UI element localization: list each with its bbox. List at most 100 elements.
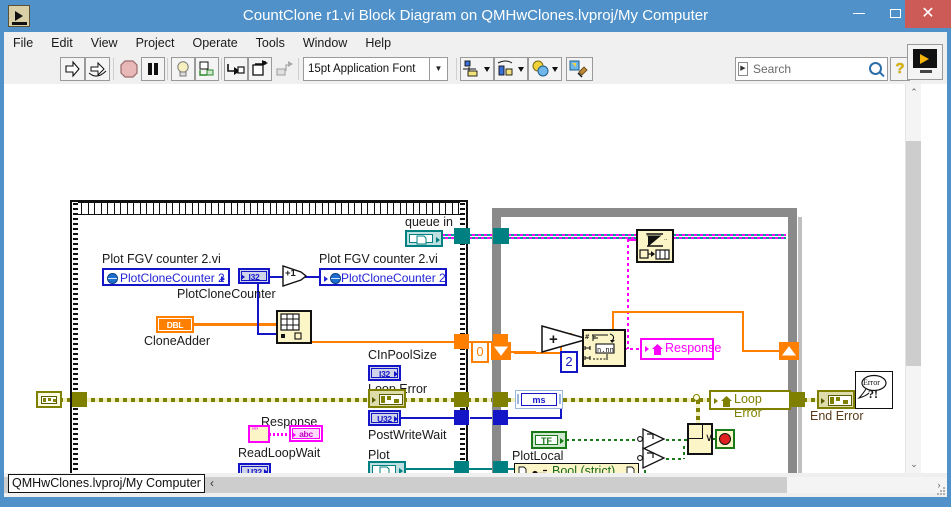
context-collapse-icon[interactable]: ‹ [210,476,214,490]
resize-grip[interactable] [937,487,945,495]
reorder-icon[interactable] [528,57,562,81]
minimize-button[interactable] [840,0,877,28]
response-node-arrow-icon [645,346,649,352]
plot-label: Plot [368,448,390,462]
menu-item-window[interactable]: Window [294,32,356,54]
menu-item-file[interactable]: File [4,32,42,54]
constant-two[interactable]: 2 [560,351,578,373]
tunnel-error-seq-left[interactable] [72,392,87,407]
vertical-scrollbar[interactable]: ⌃ ⌄ [905,84,922,473]
constant-zero[interactable]: 0 [471,341,489,363]
terminal-plot-local-tf[interactable]: TF [531,431,567,449]
menu-item-project[interactable]: Project [127,32,184,54]
not-function-2[interactable] [637,446,667,470]
svg-text:..: .. [664,236,668,242]
bool-strict-label: Bool (strict) [552,464,616,473]
error-wire-branch-dot [693,394,700,401]
dequeue-element-function[interactable]: .. [636,229,674,263]
terminal-loop-error-cluster[interactable] [368,389,406,408]
svg-text:n.nn: n.nn [597,346,614,354]
loop-error-local-node[interactable]: Loop Error [709,390,791,420]
show-front-panel-icon[interactable] [907,44,943,80]
subvi-plot-clone-counter-right[interactable]: PlotCloneCounter 2 [319,268,447,286]
array-index-function[interactable] [276,310,312,344]
tunnel-queue-loop[interactable] [493,228,509,244]
title-bar: CountClone r1.vi Block Diagram on QMHwCl… [0,0,951,32]
tunnel-orange-seq[interactable] [454,334,469,349]
shift-register-right[interactable] [779,342,799,360]
font-selector[interactable]: 15pt Application Font ▼ [303,57,448,81]
run-continuously-icon[interactable] [85,57,110,81]
tunnel-u32-loop[interactable] [493,410,508,425]
step-into-icon[interactable] [224,57,248,81]
terminal-i32-a[interactable]: I32 [238,268,270,284]
stop-button-terminal[interactable] [715,429,735,449]
terminal-end-error[interactable] [817,390,855,409]
align-objects-icon[interactable] [460,57,494,81]
context-path-label: QMHwClones.lvproj/My Computer [8,474,205,493]
terminal-plot-queue[interactable] [368,461,406,473]
terminal-cin-pool-size-i32[interactable]: I32 [368,365,401,381]
retain-wire-values-icon[interactable] [195,57,219,81]
subvi-input-arrow-icon [324,276,328,282]
terminal-i32-b-arrow-icon [394,371,398,377]
close-button[interactable]: ✕ [905,0,951,28]
menu-item-operate[interactable]: Operate [183,32,246,54]
svg-text:F: F [592,335,596,343]
subvi-plot-clone-counter-left[interactable]: PlotCloneCounter 2 [102,268,230,286]
pause-icon[interactable] [141,57,165,81]
menu-item-edit[interactable]: Edit [42,32,82,54]
string-constant[interactable]: ”” [248,425,270,443]
increment-label: +1 [285,268,296,279]
scroll-down-icon[interactable]: ⌄ [906,456,922,473]
menu-item-tools[interactable]: Tools [247,32,294,54]
terminal-error-in-left[interactable] [36,391,62,408]
canvas-right-pad [921,84,947,473]
terminal-post-write-wait-u32[interactable]: U32 [368,410,401,426]
tunnel-u32-seq[interactable] [454,410,469,425]
step-over-icon[interactable] [248,57,272,81]
search-input[interactable]: Search [753,58,791,80]
clean-up-diagram-icon[interactable] [566,57,593,81]
terminal-queue-in[interactable] [405,230,443,247]
chevron-down-icon[interactable]: ▼ [429,58,447,80]
search-box[interactable]: ▶ Search [735,57,888,81]
search-scope-icon[interactable]: ▶ [738,62,748,76]
abort-execution-icon[interactable] [117,57,141,81]
toolbar: 15pt Application Font ▼ ▶ Search ? [4,54,947,85]
tunnel-plot-loop[interactable] [493,461,508,473]
tunnel-error-loop-right[interactable] [790,392,805,407]
response-local-node[interactable]: Response [640,338,721,360]
tunnel-error-loop[interactable] [493,392,508,407]
increment-function[interactable]: +1 [280,264,308,288]
property-node-bool-strict[interactable]: ?! Bool (strict) ?! Value [514,463,639,473]
shift-register-left[interactable] [491,342,511,360]
tunnel-error-seq[interactable] [454,392,469,407]
tunnel-queue-seq[interactable] [454,228,470,244]
vscroll-thumb[interactable] [906,141,922,366]
plot-fgv-right-label: Plot FGV counter 2.vi [319,252,438,266]
or-function[interactable]: ∨ [687,423,713,455]
run-arrow-icon[interactable] [60,57,85,81]
tunnel-plot-seq[interactable] [454,461,469,473]
number-to-string-function[interactable]: # F n.nn [582,329,626,367]
error-handler-vi[interactable]: Error ?! [855,371,893,409]
terminal-abc-arrow-icon [292,432,296,438]
menu-item-help[interactable]: Help [356,32,400,54]
terminal-clone-adder-dbl[interactable]: DBL [156,316,194,333]
terminal-dbl-arrow-icon [186,323,190,329]
highlight-execution-bulb-icon[interactable] [171,57,195,81]
menu-item-view[interactable]: View [82,32,127,54]
end-error-arrow-icon [821,398,825,404]
block-diagram-canvas[interactable]: Plot FGV counter 2.vi PlotCloneCounter 2… [4,84,905,473]
distribute-objects-icon[interactable] [494,57,528,81]
wait-ms-function[interactable]: ms [515,390,563,409]
step-out-icon[interactable] [272,57,296,81]
loop-error-node-arrow-icon [714,398,718,404]
terminal-read-loop-wait-u32[interactable]: U32 [238,463,271,473]
svg-text:#: # [585,333,590,341]
terminal-response-abc[interactable]: abc [289,425,323,442]
plot-fgv-left-label: Plot FGV counter 2.vi [102,252,221,266]
scroll-up-icon[interactable]: ⌃ [906,84,922,101]
terminal-u32-a-arrow-icon [394,416,398,422]
